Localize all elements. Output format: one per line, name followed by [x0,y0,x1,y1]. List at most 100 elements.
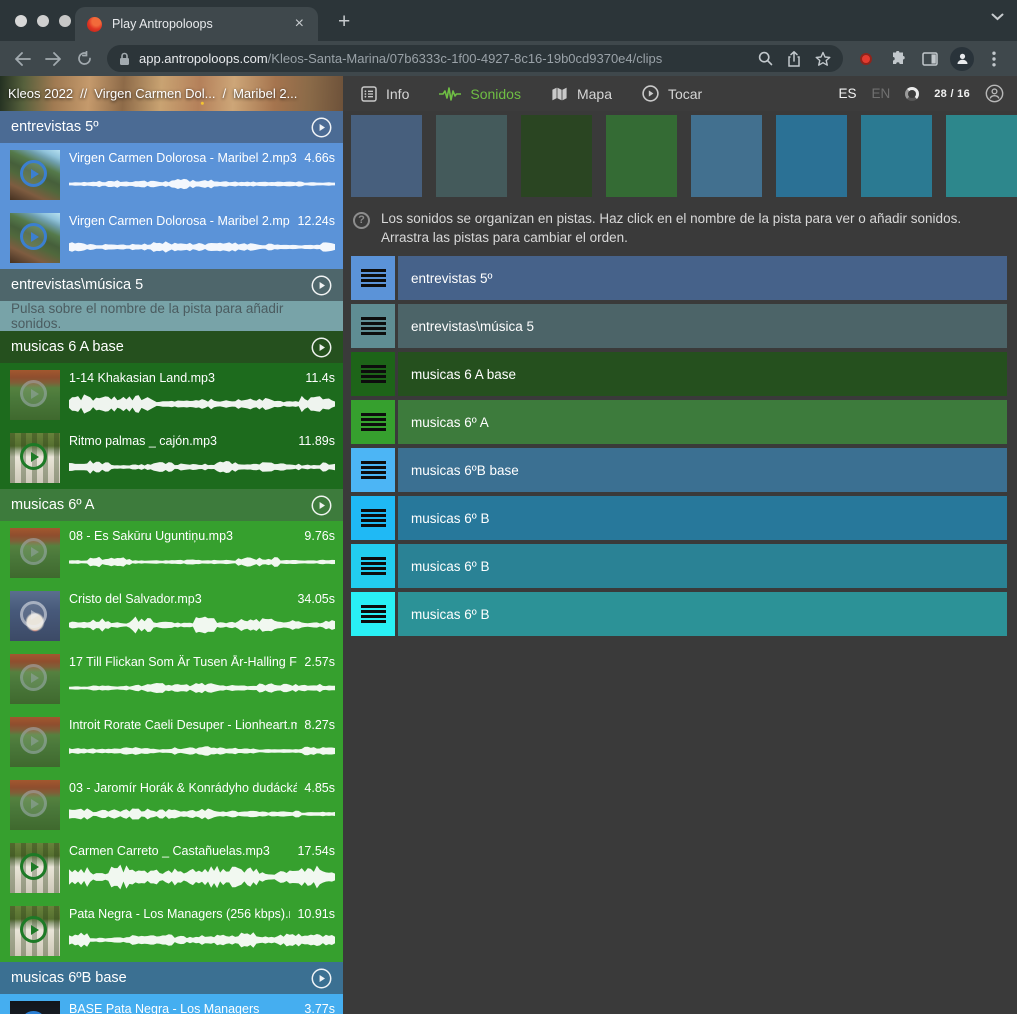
account-icon[interactable] [985,84,1004,103]
track-row[interactable]: entrevistas 5º [351,256,1007,300]
drag-handle[interactable] [351,496,395,540]
track-row-body[interactable]: entrevistas 5º [398,256,1007,300]
zoom-page-icon[interactable] [758,51,773,66]
track-row-body[interactable]: musicas 6º B [398,544,1007,588]
clip-play-icon[interactable] [20,790,47,817]
track-row[interactable]: musicas 6º B [351,592,1007,636]
track-name: musicas 6º A [411,415,489,430]
clip-play-icon[interactable] [20,160,47,187]
tab-search-chevron-icon[interactable] [991,13,1004,21]
clip-duration: 12.24s [297,214,335,228]
drag-handle[interactable] [351,304,395,348]
lock-icon[interactable] [119,52,130,66]
window-minimize-button[interactable] [37,15,49,27]
window-close-button[interactable] [15,15,27,27]
drag-handle[interactable] [351,448,395,492]
audio-clip[interactable]: 08 - Es Sakūru Uguntiņu.mp3 9.76s [0,521,343,584]
section-play-icon[interactable] [311,968,332,989]
audio-clip[interactable]: Pata Negra - Los Managers (256 kbps).mp3… [0,899,343,962]
sidebar-section-header[interactable]: musicas 6º A [0,489,343,521]
track-row-body[interactable]: musicas 6 A base [398,352,1007,396]
bookmark-star-icon[interactable] [815,51,831,67]
track-row-body[interactable]: musicas 6º A [398,400,1007,444]
track-row[interactable]: entrevistas\música 5 [351,304,1007,348]
track-row[interactable]: musicas 6ºB base [351,448,1007,492]
clip-body: Cristo del Salvador.mp3 34.05s [69,589,335,647]
clip-play-icon[interactable] [20,380,47,407]
clip-play-icon[interactable] [20,223,47,250]
url-bar[interactable]: app.antropoloops.com/Kleos-Santa-Marina/… [107,45,843,72]
sidebar-section-header[interactable]: musicas 6 A base [0,331,343,363]
sidebar-section-name: entrevistas 5º [11,119,311,135]
sidebar-section-header[interactable]: entrevistas\música 5 [0,269,343,301]
clip-title: BASE Pata Negra - Los Managers [69,1002,297,1014]
tab-close-icon[interactable]: × [293,16,306,32]
url-text: app.antropoloops.com/Kleos-Santa-Marina/… [139,51,662,66]
sidebar-section-header[interactable]: musicas 6ºB base [0,962,343,994]
clip-play-icon[interactable] [20,853,47,880]
section-empty-message: Pulsa sobre el nombre de la pista para a… [0,301,343,331]
back-icon[interactable] [9,46,36,72]
clip-play-icon[interactable] [20,601,47,628]
breadcrumb-project[interactable]: Kleos 2022 [8,86,73,101]
lang-es-button[interactable]: ES [838,86,856,101]
audio-clip[interactable]: Virgen Carmen Dolorosa - Maribel 2.mp3 1… [0,206,343,269]
track-row-body[interactable]: musicas 6º B [398,496,1007,540]
section-play-icon[interactable] [311,117,332,138]
audio-clip[interactable]: 1-14 Khakasian Land.mp3 11.4s [0,363,343,426]
audio-clip[interactable]: Introit Rorate Caeli Desuper - Lionheart… [0,710,343,773]
clip-play-icon[interactable] [20,443,47,470]
clip-play-icon[interactable] [20,538,47,565]
audio-clip[interactable]: 03 - Jaromír Horák & Konrádyho dudácká .… [0,773,343,836]
nav-info[interactable]: Info [361,86,409,102]
drag-handle[interactable] [351,592,395,636]
audio-clip[interactable]: Virgen Carmen Dolorosa - Maribel 2.mp3 4… [0,143,343,206]
clip-play-icon[interactable] [20,664,47,691]
section-play-icon[interactable] [311,337,332,358]
window-zoom-button[interactable] [59,15,71,27]
audio-clip[interactable]: Ritmo palmas _ cajón.mp3 11.89s [0,426,343,489]
breadcrumb-item[interactable]: Maribel 2... [233,86,297,101]
browser-tab[interactable]: Play Antropoloops × [75,7,318,41]
drag-handle[interactable] [351,544,395,588]
section-play-icon[interactable] [311,275,332,296]
section-play-icon[interactable] [311,495,332,516]
profile-avatar[interactable] [948,46,976,72]
track-color-swatch [521,115,592,197]
side-panel-icon[interactable] [916,46,944,72]
track-row-body[interactable]: musicas 6º B [398,592,1007,636]
track-row[interactable]: musicas 6º A [351,400,1007,444]
drag-handle[interactable] [351,256,395,300]
nav-tocar[interactable]: Tocar [642,85,702,102]
audio-clip[interactable]: 17 Till Flickan Som Är Tusen År-Halling … [0,647,343,710]
clip-play-icon[interactable] [20,727,47,754]
reload-icon[interactable] [71,46,98,72]
track-row-body[interactable]: entrevistas\música 5 [398,304,1007,348]
clip-play-icon[interactable] [20,916,47,943]
clip-body: Pata Negra - Los Managers (256 kbps).mp3… [69,904,335,962]
track-row-body[interactable]: musicas 6ºB base [398,448,1007,492]
lang-en-button[interactable]: EN [871,86,890,101]
audio-clip[interactable]: Cristo del Salvador.mp3 34.05s [0,584,343,647]
forward-icon[interactable] [40,46,67,72]
breadcrumb-group[interactable]: Virgen Carmen Dol... [94,86,215,101]
record-extension-icon[interactable] [852,46,880,72]
sidebar-section-header[interactable]: entrevistas 5º [0,111,343,143]
track-row[interactable]: musicas 6º B [351,544,1007,588]
nav-sonidos[interactable]: Sonidos [439,86,521,102]
track-row[interactable]: musicas 6º B [351,496,1007,540]
track-row[interactable]: musicas 6 A base [351,352,1007,396]
extensions-puzzle-icon[interactable] [884,46,912,72]
audio-clip[interactable]: Carmen Carreto _ Castañuelas.mp3 17.54s [0,836,343,899]
kebab-menu-icon[interactable] [980,46,1008,72]
sidebar-section-name: musicas 6ºB base [11,970,311,986]
window-controls[interactable] [15,15,71,27]
share-icon[interactable] [787,51,801,67]
new-tab-button[interactable]: + [338,10,350,34]
drag-handle[interactable] [351,352,395,396]
audio-clip[interactable]: BASE Pata Negra - Los Managers 3.77s [0,994,343,1014]
info-list-icon [361,86,377,102]
drag-handle[interactable] [351,400,395,444]
nav-mapa[interactable]: Mapa [551,86,612,102]
clip-title: 17 Till Flickan Som Är Tusen År-Halling … [69,655,297,669]
